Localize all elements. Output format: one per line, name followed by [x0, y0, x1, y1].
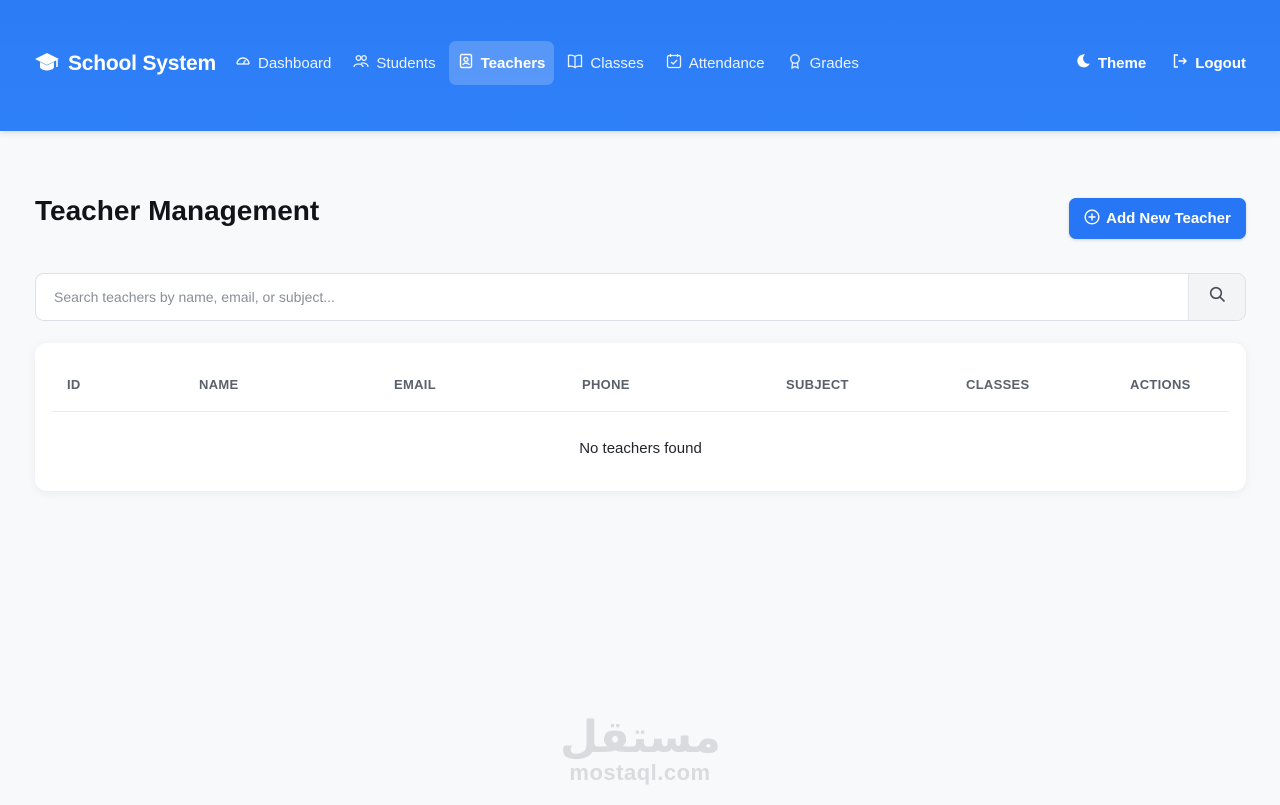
column-header-actions: ACTIONS — [1130, 377, 1191, 392]
award-icon — [787, 53, 803, 73]
search-bar — [35, 273, 1246, 321]
search-input[interactable] — [36, 274, 1188, 320]
watermark-latin: mostaql.com — [569, 760, 711, 785]
nav-links: Dashboard Students Teachers Classes Atte… — [226, 41, 872, 85]
logout-label: Logout — [1195, 54, 1246, 72]
column-header-email: EMAIL — [394, 377, 436, 392]
book-icon — [567, 53, 583, 73]
search-icon — [1209, 286, 1226, 308]
watermark: مستقل mostaql.com — [560, 712, 721, 786]
brand[interactable]: School System — [34, 49, 216, 79]
add-teacher-button[interactable]: Add New Teacher — [1069, 198, 1246, 239]
nav-right: Theme Logout — [1075, 41, 1246, 85]
calendar-check-icon — [666, 53, 682, 73]
theme-toggle[interactable]: Theme — [1075, 41, 1146, 85]
nav-label: Classes — [590, 54, 644, 72]
column-header-name: NAME — [199, 377, 239, 392]
column-header-classes: CLASSES — [966, 377, 1030, 392]
graduation-cap-icon — [34, 51, 60, 78]
moon-icon — [1075, 53, 1091, 73]
column-header-phone: PHONE — [582, 377, 630, 392]
add-teacher-label: Add New Teacher — [1106, 210, 1231, 227]
column-header-subject: SUBJECT — [786, 377, 849, 392]
plus-circle-icon — [1084, 208, 1100, 229]
nav-label: Attendance — [688, 54, 765, 72]
nav-item-attendance[interactable]: Attendance — [657, 41, 774, 85]
watermark-arabic: مستقل — [560, 712, 721, 763]
column-header-id: ID — [67, 377, 81, 392]
users-icon — [353, 53, 370, 73]
nav-label: Students — [376, 54, 436, 72]
search-button[interactable] — [1188, 274, 1245, 320]
nav-item-students[interactable]: Students — [344, 41, 444, 85]
table-header: ID NAME EMAIL PHONE SUBJECT CLASSES ACTI… — [52, 343, 1229, 412]
teachers-table: ID NAME EMAIL PHONE SUBJECT CLASSES ACTI… — [35, 343, 1246, 491]
page-title: Teacher Management — [35, 195, 320, 226]
top-navbar: School System Dashboard Students Teacher… — [0, 0, 1280, 131]
theme-label: Theme — [1097, 54, 1147, 72]
nav-label: Teachers — [480, 54, 546, 72]
nav-item-dashboard[interactable]: Dashboard — [226, 41, 340, 85]
nav-item-classes[interactable]: Classes — [558, 41, 652, 85]
nav-label: Grades — [809, 54, 859, 72]
nav-item-teachers[interactable]: Teachers — [448, 41, 555, 85]
brand-title: School System — [68, 52, 216, 75]
nav-label: Dashboard — [258, 54, 332, 72]
empty-state-message: No teachers found — [579, 440, 702, 457]
teacher-badge-icon — [458, 53, 474, 73]
nav-item-grades[interactable]: Grades — [778, 41, 868, 85]
logout-icon — [1172, 53, 1188, 73]
logout-button[interactable]: Logout — [1172, 41, 1246, 85]
gauge-icon — [235, 53, 251, 73]
